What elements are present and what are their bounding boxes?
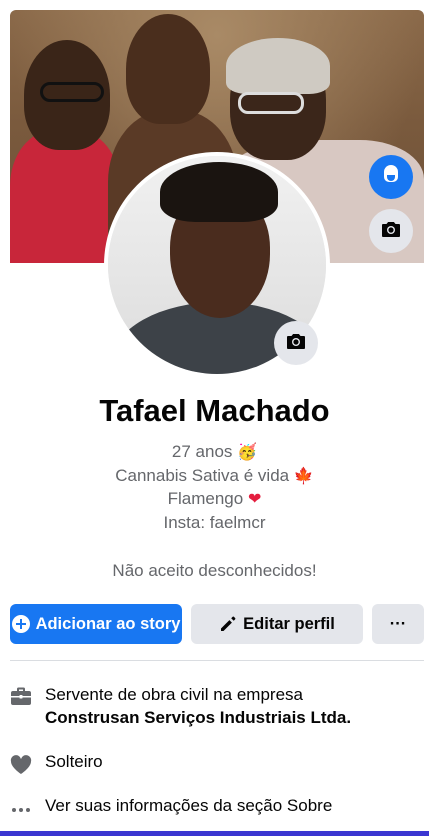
add-to-story-button[interactable]: Adicionar ao story — [10, 604, 182, 644]
profile-tagline: Não aceito desconhecidos! — [112, 561, 317, 580]
edit-cover-photo-button[interactable] — [369, 209, 413, 253]
cover-person-2-head — [126, 14, 210, 124]
red-heart-emoji: ❤ — [247, 489, 262, 508]
plus-circle-icon — [11, 615, 30, 633]
see-about-info-label: Ver suas informações da seção Sobre — [45, 796, 333, 815]
profile-actions: Adicionar ao story Editar perfil ··· — [10, 604, 424, 644]
more-options-button[interactable]: ··· — [372, 604, 424, 644]
camera-icon — [379, 217, 403, 246]
profile-name: Tafael Machado — [99, 393, 330, 428]
about-work-text: Servente de obra civil na empresa Constr… — [45, 683, 351, 729]
heart-icon — [10, 755, 32, 775]
cover-person-1-glasses — [40, 82, 104, 102]
pencil-icon — [219, 615, 237, 633]
profile-hair — [160, 162, 278, 222]
cover-person-3-glasses — [238, 92, 304, 114]
profile-bio: 27 anos 🥳 Cannabis Sativa é vida 🍁 Flame… — [0, 440, 429, 534]
cover-person-3-hair — [226, 38, 330, 94]
avatar-icon — [379, 163, 403, 192]
briefcase-icon — [10, 686, 32, 706]
edit-profile-label: Editar perfil — [243, 614, 335, 633]
party-face-emoji: 🥳 — [237, 442, 258, 461]
bio-line-age: 27 anos 🥳 — [171, 442, 258, 461]
edit-profile-button[interactable]: Editar perfil — [191, 604, 363, 644]
work-description: Servente de obra civil na empresa — [45, 685, 303, 704]
relationship-status: Solteiro — [45, 752, 103, 771]
edit-profile-picture-button[interactable] — [274, 321, 318, 365]
bio-line-2: Cannabis Sativa é vida 🍁 — [115, 465, 314, 485]
avatar-style-button[interactable] — [369, 155, 413, 199]
about-relationship-row[interactable]: Solteiro — [10, 752, 424, 775]
section-divider — [10, 660, 424, 661]
bio-line-4: Insta: faelmcr — [163, 512, 266, 532]
camera-icon — [284, 329, 308, 358]
about-work-row[interactable]: Servente de obra civil na empresa Constr… — [10, 683, 424, 729]
work-company: Construsan Serviços Industriais Ltda. — [45, 708, 352, 727]
ellipsis-icon: ··· — [389, 614, 407, 633]
add-to-story-label: Adicionar ao story — [35, 614, 181, 633]
bio-line-3: Flamengo ❤ — [167, 489, 262, 508]
see-about-info-row[interactable]: Ver suas informações da seção Sobre — [10, 796, 424, 819]
bottom-edge-bar — [0, 831, 429, 836]
leaf-emoji: 🍁 — [293, 465, 314, 485]
ellipsis-icon — [10, 799, 32, 819]
